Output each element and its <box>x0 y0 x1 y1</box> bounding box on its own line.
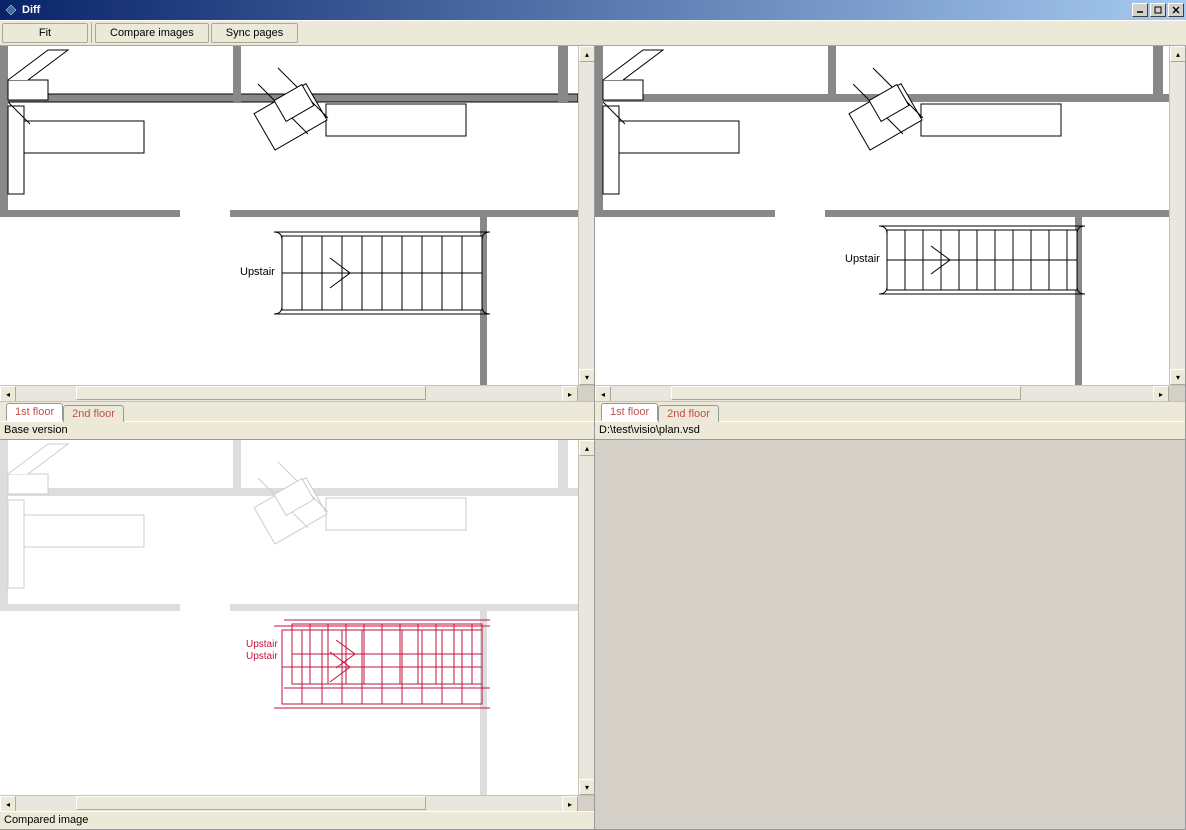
scroll-right-icon[interactable]: ▸ <box>1153 386 1169 402</box>
scroll-thumb[interactable] <box>76 796 426 810</box>
scroll-up-icon[interactable]: ▴ <box>579 440 595 456</box>
fit-button[interactable]: Fit <box>2 23 88 43</box>
pane-grid: Upstair ▴ ▾ ◂ ▸ 1st floor 2nd floor Base… <box>0 46 1186 830</box>
title-bar: Diff <box>0 0 1186 20</box>
scroll-down-icon[interactable]: ▾ <box>579 369 595 385</box>
minimize-button[interactable] <box>1132 3 1148 17</box>
canvas-diff[interactable]: Upstair Upstair <box>0 440 578 795</box>
app-icon <box>4 3 18 17</box>
scroll-down-icon[interactable]: ▾ <box>579 779 595 795</box>
scroll-up-icon[interactable]: ▴ <box>579 46 595 62</box>
tab-bar: 1st floor 2nd floor <box>0 401 594 421</box>
status-bar: D:\test\visio\plan.vsd <box>595 421 1185 439</box>
vertical-scrollbar[interactable]: ▴ ▾ <box>1169 46 1185 385</box>
compare-images-button[interactable]: Compare images <box>95 23 209 43</box>
canvas-file[interactable]: Upstair <box>595 46 1169 385</box>
scroll-thumb[interactable] <box>76 386 426 400</box>
scroll-up-icon[interactable]: ▴ <box>1170 46 1186 62</box>
pane-base-version: Upstair ▴ ▾ ◂ ▸ 1st floor 2nd floor Base… <box>0 46 595 440</box>
scroll-right-icon[interactable]: ▸ <box>562 796 578 812</box>
upstair-label: Upstair <box>240 266 275 278</box>
tab-2nd-floor[interactable]: 2nd floor <box>658 405 719 422</box>
status-bar: Compared image <box>0 811 594 829</box>
pane-compared-image: Upstair Upstair ▴ ▾ ◂ ▸ Compared image <box>0 440 595 830</box>
horizontal-scrollbar[interactable]: ◂ ▸ <box>0 795 594 811</box>
sync-pages-button[interactable]: Sync pages <box>211 23 298 43</box>
upstair-diff-label-b: Upstair <box>246 651 278 662</box>
tab-1st-floor[interactable]: 1st floor <box>601 403 658 421</box>
scroll-left-icon[interactable]: ◂ <box>0 386 16 402</box>
toolbar: Fit Compare images Sync pages <box>0 20 1186 46</box>
upstair-label: Upstair <box>845 253 880 265</box>
tab-2nd-floor[interactable]: 2nd floor <box>63 405 124 422</box>
scroll-thumb[interactable] <box>671 386 1021 400</box>
tab-bar: 1st floor 2nd floor <box>595 401 1185 421</box>
scroll-right-icon[interactable]: ▸ <box>562 386 578 402</box>
window-title: Diff <box>22 4 1132 16</box>
horizontal-scrollbar[interactable]: ◂ ▸ <box>595 385 1185 401</box>
scroll-left-icon[interactable]: ◂ <box>595 386 611 402</box>
canvas-base[interactable]: Upstair <box>0 46 578 385</box>
upstair-diff-label-a: Upstair <box>246 639 278 650</box>
pane-empty <box>595 440 1186 830</box>
status-bar: Base version <box>0 421 594 439</box>
horizontal-scrollbar[interactable]: ◂ ▸ <box>0 385 594 401</box>
toolbar-separator <box>91 23 92 43</box>
maximize-button[interactable] <box>1150 3 1166 17</box>
vertical-scrollbar[interactable]: ▴ ▾ <box>578 440 594 795</box>
close-button[interactable] <box>1168 3 1184 17</box>
scroll-left-icon[interactable]: ◂ <box>0 796 16 812</box>
scroll-down-icon[interactable]: ▾ <box>1170 369 1186 385</box>
pane-file-version: Upstair ▴ ▾ ◂ ▸ 1st floor 2nd floor D:\t… <box>595 46 1186 440</box>
vertical-scrollbar[interactable]: ▴ ▾ <box>578 46 594 385</box>
tab-1st-floor[interactable]: 1st floor <box>6 403 63 421</box>
